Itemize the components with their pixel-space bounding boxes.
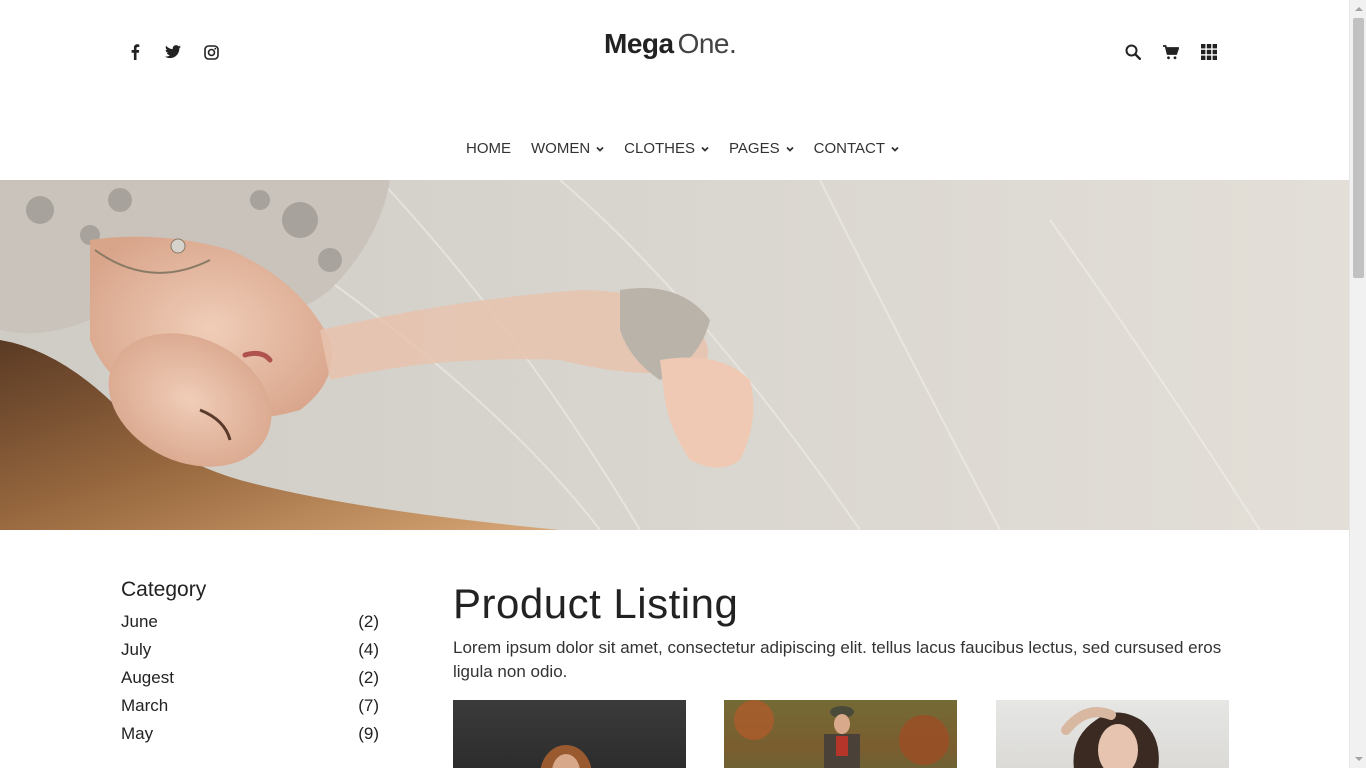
product-card[interactable] bbox=[996, 700, 1229, 768]
product-image bbox=[1061, 707, 1159, 768]
nav-home[interactable]: HOME bbox=[466, 140, 511, 157]
category-label: March bbox=[121, 696, 169, 715]
chevron-down-icon bbox=[891, 146, 899, 152]
hero-image bbox=[0, 180, 1349, 530]
logo-light: One. bbox=[677, 28, 737, 59]
category-sidebar: Category June (2) July (4) Augest (2) Ma… bbox=[121, 578, 379, 748]
category-item-march[interactable]: March (7) bbox=[121, 692, 379, 720]
nav-clothes-label: CLOTHES bbox=[624, 140, 696, 157]
scroll-up-arrow[interactable] bbox=[1350, 0, 1366, 17]
nav-contact-label: CONTACT bbox=[813, 140, 885, 157]
site-logo[interactable]: Mega One. bbox=[604, 28, 737, 60]
nav-clothes[interactable]: CLOTHES bbox=[624, 140, 709, 157]
twitter-icon[interactable] bbox=[163, 40, 183, 64]
category-label: Augest bbox=[121, 668, 174, 687]
instagram-icon[interactable] bbox=[201, 40, 221, 64]
category-title: Category bbox=[121, 578, 207, 601]
nav-pages-label: PAGES bbox=[729, 140, 780, 157]
category-list: June (2) July (4) Augest (2) March (7) M… bbox=[121, 608, 379, 748]
product-card[interactable] bbox=[453, 700, 686, 768]
nav-home-label: HOME bbox=[466, 140, 511, 157]
category-count: (7) bbox=[358, 696, 379, 715]
category-item-may[interactable]: May (9) bbox=[121, 720, 379, 748]
category-item-augest[interactable]: Augest (2) bbox=[121, 664, 379, 692]
product-card[interactable] bbox=[724, 700, 957, 768]
product-grid bbox=[453, 700, 1229, 768]
category-count: (4) bbox=[358, 640, 379, 659]
chevron-down-icon bbox=[596, 146, 604, 152]
category-label: June bbox=[121, 612, 158, 631]
nav-women[interactable]: WOMEN bbox=[531, 140, 604, 157]
cart-icon[interactable] bbox=[1161, 40, 1181, 64]
category-label: May bbox=[121, 724, 154, 743]
page-description: Lorem ipsum dolor sit amet, consectetur … bbox=[453, 638, 1222, 681]
grid-menu-icon[interactable] bbox=[1199, 40, 1219, 64]
header-tools bbox=[1123, 40, 1219, 64]
category-count: (2) bbox=[358, 668, 379, 687]
nav-pages[interactable]: PAGES bbox=[729, 140, 794, 157]
main-nav: HOME WOMEN CLOTHES PAGES CONTACT bbox=[466, 140, 899, 157]
product-image bbox=[724, 700, 957, 768]
category-item-june[interactable]: June (2) bbox=[121, 608, 379, 636]
page: Mega One. HOME WOMEN CLOTHES PAGES CONTA… bbox=[0, 0, 1349, 768]
nav-women-label: WOMEN bbox=[531, 140, 591, 157]
search-icon[interactable] bbox=[1123, 40, 1143, 64]
chevron-down-icon bbox=[701, 146, 709, 152]
page-scrollbar[interactable] bbox=[1349, 0, 1366, 768]
nav-contact[interactable]: CONTACT bbox=[814, 140, 899, 157]
scroll-thumb[interactable] bbox=[1353, 18, 1364, 278]
product-listing-section: Product Listing Lorem ipsum dolor sit am… bbox=[453, 578, 1229, 768]
page-title: Product Listing bbox=[453, 580, 739, 627]
category-count: (9) bbox=[358, 724, 379, 743]
category-label: July bbox=[121, 640, 152, 659]
category-item-july[interactable]: July (4) bbox=[121, 636, 379, 664]
logo-bold: Mega bbox=[604, 28, 674, 59]
hero-banner bbox=[0, 180, 1349, 530]
category-count: (2) bbox=[358, 612, 379, 631]
facebook-icon[interactable] bbox=[125, 40, 145, 64]
scroll-down-arrow[interactable] bbox=[1350, 751, 1366, 768]
chevron-down-icon bbox=[785, 146, 794, 152]
product-image bbox=[540, 745, 592, 768]
social-links bbox=[125, 40, 221, 64]
